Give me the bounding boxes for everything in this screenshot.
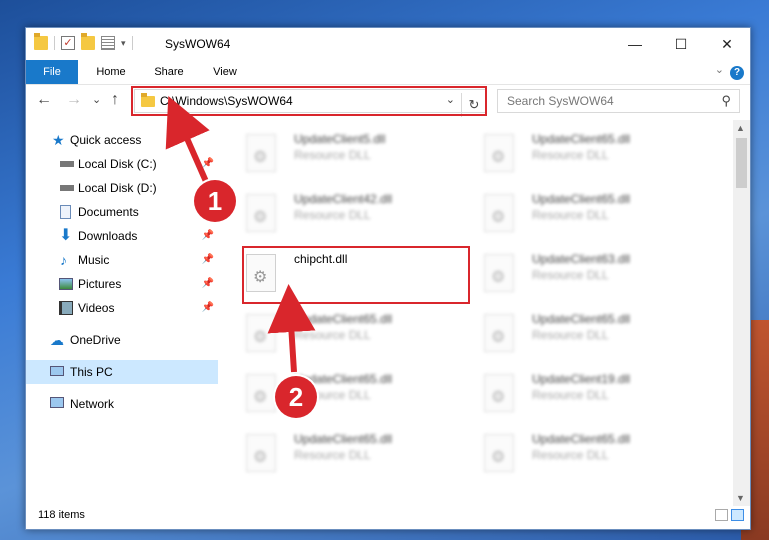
sidebar-item-documents[interactable]: Documents 📌 xyxy=(26,200,218,224)
callout-step-two: 2 xyxy=(275,376,317,418)
forward-button[interactable]: → xyxy=(66,90,82,110)
dll-file-icon xyxy=(246,314,276,352)
dll-file-icon xyxy=(484,434,514,472)
sidebar-item-this-pc[interactable]: This PC xyxy=(26,360,218,384)
navigation-pane: ★ Quick access Local Disk (C:) 📌 Local D… xyxy=(26,128,218,498)
details-view-icon[interactable] xyxy=(715,509,728,521)
navigation-bar: ← → ⌄ ↑ C:\Windows\SysWOW64 ⌄ ↻ Search S… xyxy=(26,86,750,117)
dll-file-icon xyxy=(246,434,276,472)
scroll-up-icon[interactable]: ▲ xyxy=(736,123,745,133)
pin-icon: 📌 xyxy=(201,278,214,289)
tab-share[interactable]: Share xyxy=(144,60,194,84)
customize-icon[interactable] xyxy=(101,36,115,50)
search-box[interactable]: Search SysWOW64 ⚲ xyxy=(497,89,740,113)
videos-icon xyxy=(59,301,73,315)
file-list: UpdateClient5.dll Resource DLL UpdateCli… xyxy=(226,120,736,500)
dll-file-icon xyxy=(246,374,276,412)
explorer-window: ✓ ▾ SysWOW64 — ☐ ✕ File Home Share View … xyxy=(25,27,751,530)
quick-access-toolbar: ✓ ▾ xyxy=(34,33,133,50)
callout-step-one: 1 xyxy=(194,180,236,222)
maximize-button[interactable]: ☐ xyxy=(658,28,704,60)
dll-file-icon xyxy=(246,194,276,232)
network-icon xyxy=(50,397,64,408)
sidebar-item-music[interactable]: ♪ Music 📌 xyxy=(26,248,218,272)
file-item[interactable]: UpdateClient63.dll Resource DLL xyxy=(464,248,674,306)
search-input[interactable]: Search SysWOW64 xyxy=(507,94,614,108)
dll-file-icon xyxy=(484,374,514,412)
tab-home[interactable]: Home xyxy=(86,60,136,84)
status-bar: 118 items xyxy=(26,503,750,529)
new-folder-icon[interactable] xyxy=(81,33,95,50)
sidebar-item-local-disk-d[interactable]: Local Disk (D:) xyxy=(26,176,218,200)
dll-file-icon xyxy=(246,134,276,172)
search-icon[interactable]: ⚲ xyxy=(721,93,731,109)
pictures-icon xyxy=(59,278,73,290)
qat-dropdown-icon[interactable]: ▾ xyxy=(121,38,126,49)
computer-icon xyxy=(50,366,64,376)
properties-check-icon[interactable]: ✓ xyxy=(61,36,75,50)
scroll-down-icon[interactable]: ▼ xyxy=(736,493,745,503)
music-icon: ♪ xyxy=(60,252,67,268)
dll-file-icon xyxy=(484,134,514,172)
file-item[interactable]: UpdateClient65.dll Resource DLL xyxy=(464,188,674,246)
vertical-scrollbar[interactable]: ▲ ▼ xyxy=(733,120,750,506)
tab-file[interactable]: File xyxy=(26,60,78,84)
star-icon: ★ xyxy=(52,132,65,148)
file-item[interactable]: UpdateClient65.dll Resource DLL xyxy=(226,368,436,426)
scrollbar-thumb[interactable] xyxy=(736,138,747,188)
sidebar-item-videos[interactable]: Videos 📌 xyxy=(26,296,218,320)
file-item[interactable]: UpdateClient65.dll Resource DLL xyxy=(464,128,674,186)
expand-ribbon-icon[interactable]: ⌄ xyxy=(715,63,724,76)
pin-icon: 📌 xyxy=(201,158,214,169)
file-item[interactable]: UpdateClient65.dll Resource DLL xyxy=(226,308,436,366)
ribbon: File Home Share View ⌄ ? xyxy=(26,60,750,85)
file-item[interactable]: UpdateClient5.dll Resource DLL xyxy=(226,128,436,186)
sidebar-item-pictures[interactable]: Pictures 📌 xyxy=(26,272,218,296)
back-button[interactable]: ← xyxy=(36,90,52,110)
file-item[interactable]: UpdateClient65.dll Resource DLL xyxy=(226,428,436,486)
cloud-icon: ☁ xyxy=(50,332,64,348)
file-item[interactable]: UpdateClient65.dll Resource DLL xyxy=(464,428,674,486)
file-item[interactable]: UpdateClient42.dll Resource DLL xyxy=(226,188,436,246)
dll-file-icon xyxy=(484,314,514,352)
file-item[interactable]: UpdateClient65.dll Resource DLL xyxy=(464,308,674,366)
dll-file-icon xyxy=(484,194,514,232)
sidebar-item-network[interactable]: Network xyxy=(26,392,218,416)
recent-locations-button[interactable]: ⌄ xyxy=(92,90,101,110)
item-count: 118 items xyxy=(38,509,85,521)
help-icon[interactable]: ? xyxy=(730,66,744,80)
close-button[interactable]: ✕ xyxy=(704,28,750,60)
download-icon: ⬇ xyxy=(59,227,73,244)
file-highlight-box xyxy=(242,246,470,304)
tab-view[interactable]: View xyxy=(200,60,250,84)
drive-icon xyxy=(60,161,74,167)
large-icons-view-icon[interactable] xyxy=(731,509,744,521)
pin-icon: 📌 xyxy=(201,254,214,265)
minimize-button[interactable]: — xyxy=(612,28,658,60)
sidebar-item-downloads[interactable]: ⬇ Downloads 📌 xyxy=(26,224,218,248)
folder-icon xyxy=(34,33,48,50)
window-title: SysWOW64 xyxy=(165,37,231,51)
documents-icon xyxy=(60,205,71,219)
view-toggle xyxy=(715,509,744,521)
dll-file-icon xyxy=(484,254,514,292)
sidebar-item-quick-access[interactable]: ★ Quick access xyxy=(26,128,218,152)
up-button[interactable]: ↑ xyxy=(111,90,119,110)
sidebar-item-local-disk-c[interactable]: Local Disk (C:) 📌 xyxy=(26,152,218,176)
title-bar: ✓ ▾ SysWOW64 — ☐ ✕ xyxy=(26,28,750,60)
file-item[interactable]: UpdateClient19.dll Resource DLL xyxy=(464,368,674,426)
pin-icon: 📌 xyxy=(201,302,214,313)
pin-icon: 📌 xyxy=(201,230,214,241)
drive-icon xyxy=(60,185,74,191)
sidebar-item-onedrive[interactable]: ☁ OneDrive xyxy=(26,328,218,352)
address-highlight-box xyxy=(131,86,487,116)
